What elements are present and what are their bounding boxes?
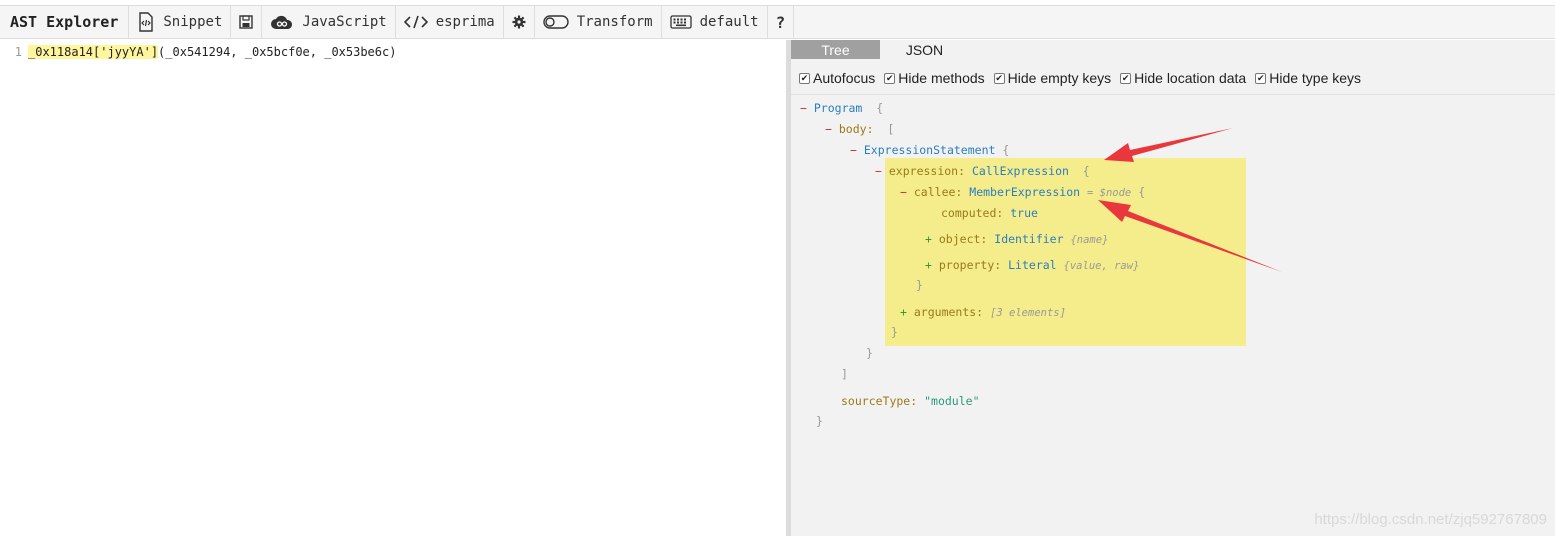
node-type: ExpressionStatement bbox=[863, 143, 996, 157]
transform-label: Transform bbox=[576, 14, 653, 30]
node-key: object: bbox=[938, 232, 988, 246]
snippet-icon bbox=[137, 12, 155, 32]
ast-panel: Tree JSON ✔ Autofocus ✔ Hide methods ✔ H… bbox=[791, 40, 1555, 536]
code-highlighted: _0x118a14['jyyYA'] bbox=[28, 45, 159, 59]
language-label: JavaScript bbox=[302, 14, 387, 30]
editor-line: 1 _0x118a14['jyyYA'] (_0x541294, _0x5bcf… bbox=[0, 44, 396, 60]
node-key: computed: bbox=[941, 206, 1004, 220]
open-brace: { bbox=[1002, 143, 1010, 157]
node-meta: [3 elements] bbox=[990, 307, 1066, 319]
code-editor[interactable]: 1 _0x118a14['jyyYA'] (_0x541294, _0x5bcf… bbox=[0, 40, 786, 536]
node-type: MemberExpression bbox=[969, 185, 1081, 199]
tree-node-callee[interactable]: − callee: MemberExpression = $node { bbox=[900, 185, 1145, 199]
close-brace: } bbox=[816, 414, 823, 428]
node-key: callee: bbox=[913, 185, 963, 199]
option-hide-empty-keys[interactable]: ✔ Hide empty keys bbox=[993, 70, 1112, 86]
node-value: "module" bbox=[924, 394, 980, 408]
tree-node-program[interactable]: − Program { bbox=[800, 101, 883, 115]
keyboard-icon bbox=[669, 15, 692, 29]
node-meta: = $node bbox=[1087, 187, 1132, 199]
code-text: (_0x541294, _0x5bcf0e, _0x53be6c) bbox=[158, 45, 397, 59]
parser-settings-button[interactable] bbox=[504, 6, 535, 38]
collapse-icon[interactable]: − bbox=[900, 185, 907, 199]
collapse-icon[interactable]: − bbox=[850, 143, 857, 157]
tree-node-arguments[interactable]: + arguments: [3 elements] bbox=[900, 305, 1066, 319]
checkbox-checked-icon[interactable]: ✔ bbox=[1120, 72, 1132, 84]
code-icon bbox=[403, 15, 428, 29]
close-brace: } bbox=[916, 278, 923, 292]
checkbox-checked-icon[interactable]: ✔ bbox=[1255, 72, 1267, 84]
app-title: AST Explorer bbox=[0, 6, 130, 38]
tree-node-property[interactable]: + property: Literal {value, raw} bbox=[925, 258, 1139, 272]
node-key: sourceType: bbox=[841, 394, 918, 408]
open-brace: { bbox=[1138, 185, 1146, 199]
node-key: property: bbox=[938, 258, 1002, 272]
transform-toggle[interactable]: Transform bbox=[535, 6, 662, 38]
option-label: Hide methods bbox=[898, 70, 985, 86]
option-label: Hide type keys bbox=[1269, 70, 1362, 86]
close-bracket: ] bbox=[841, 367, 848, 381]
help-icon: ? bbox=[775, 12, 786, 32]
option-label: Autofocus bbox=[813, 70, 876, 86]
options-divider bbox=[791, 94, 1555, 95]
checkbox-checked-icon[interactable]: ✔ bbox=[993, 72, 1005, 84]
option-label: Hide location data bbox=[1134, 70, 1247, 86]
close-brace: } bbox=[891, 325, 898, 339]
language-menu[interactable]: JavaScript bbox=[262, 6, 396, 38]
tree-node-object[interactable]: + object: Identifier {name} bbox=[925, 232, 1108, 246]
tree-node-expression[interactable]: − expression: CallExpression { bbox=[875, 164, 1090, 178]
option-hide-location-data[interactable]: ✔ Hide location data bbox=[1120, 70, 1246, 86]
toggle-icon bbox=[543, 15, 569, 29]
node-meta: {value, raw} bbox=[1063, 260, 1140, 272]
open-bracket: [ bbox=[880, 122, 895, 136]
node-key: body: bbox=[838, 122, 874, 136]
help-button[interactable]: ? bbox=[768, 6, 795, 38]
snippet-label: Snippet bbox=[163, 14, 223, 30]
node-type: Literal bbox=[1008, 258, 1057, 272]
expand-icon[interactable]: + bbox=[925, 258, 932, 272]
gear-icon bbox=[512, 15, 526, 29]
checkbox-checked-icon[interactable]: ✔ bbox=[884, 72, 896, 84]
watermark: https://blog.csdn.net/zjq592767809 bbox=[1314, 511, 1547, 528]
node-key: arguments: bbox=[913, 305, 984, 319]
save-icon bbox=[239, 15, 254, 29]
collapse-icon[interactable]: − bbox=[800, 101, 807, 115]
tree-node-expression-statement[interactable]: − ExpressionStatement { bbox=[850, 143, 1009, 157]
node-key: expression: bbox=[888, 164, 966, 178]
keymap-menu[interactable]: default bbox=[662, 6, 768, 38]
option-label: Hide empty keys bbox=[1007, 70, 1112, 86]
collapse-icon[interactable]: − bbox=[875, 164, 882, 178]
tab-tree[interactable]: Tree bbox=[791, 40, 880, 59]
tree-node-source-type: sourceType: "module" bbox=[841, 394, 980, 408]
cloud-icon bbox=[270, 14, 294, 30]
node-type: CallExpression bbox=[971, 164, 1069, 178]
open-brace: { bbox=[869, 101, 884, 115]
close-brace: } bbox=[866, 346, 873, 360]
snippet-menu[interactable]: Snippet bbox=[129, 6, 232, 38]
toolbar: AST Explorer Snippet JavaScript esprima … bbox=[0, 5, 1555, 39]
option-hide-methods[interactable]: ✔ Hide methods bbox=[884, 70, 985, 86]
node-type: Program bbox=[813, 101, 863, 115]
node-type: Identifier bbox=[994, 232, 1064, 246]
parser-label: esprima bbox=[435, 14, 495, 30]
tab-json[interactable]: JSON bbox=[880, 40, 969, 59]
tree-node-body[interactable]: − body: [ bbox=[825, 122, 894, 136]
line-number: 1 bbox=[14, 45, 22, 59]
keymap-label: default bbox=[699, 14, 759, 30]
save-button[interactable] bbox=[231, 6, 263, 38]
tree-options: ✔ Autofocus ✔ Hide methods ✔ Hide empty … bbox=[799, 70, 1361, 86]
open-brace: { bbox=[1075, 164, 1090, 178]
tree-node-computed: computed: true bbox=[941, 206, 1038, 220]
collapse-icon[interactable]: − bbox=[825, 122, 832, 136]
parser-menu[interactable]: esprima bbox=[396, 6, 504, 38]
expand-icon[interactable]: + bbox=[925, 232, 932, 246]
view-tabs: Tree JSON bbox=[791, 40, 969, 59]
checkbox-checked-icon[interactable]: ✔ bbox=[799, 72, 810, 84]
option-hide-type-keys[interactable]: ✔ Hide type keys bbox=[1255, 70, 1361, 86]
node-meta: {name} bbox=[1070, 234, 1109, 246]
option-autofocus[interactable]: ✔ Autofocus bbox=[799, 70, 875, 86]
node-value: true bbox=[1010, 206, 1038, 220]
expand-icon[interactable]: + bbox=[900, 305, 907, 319]
